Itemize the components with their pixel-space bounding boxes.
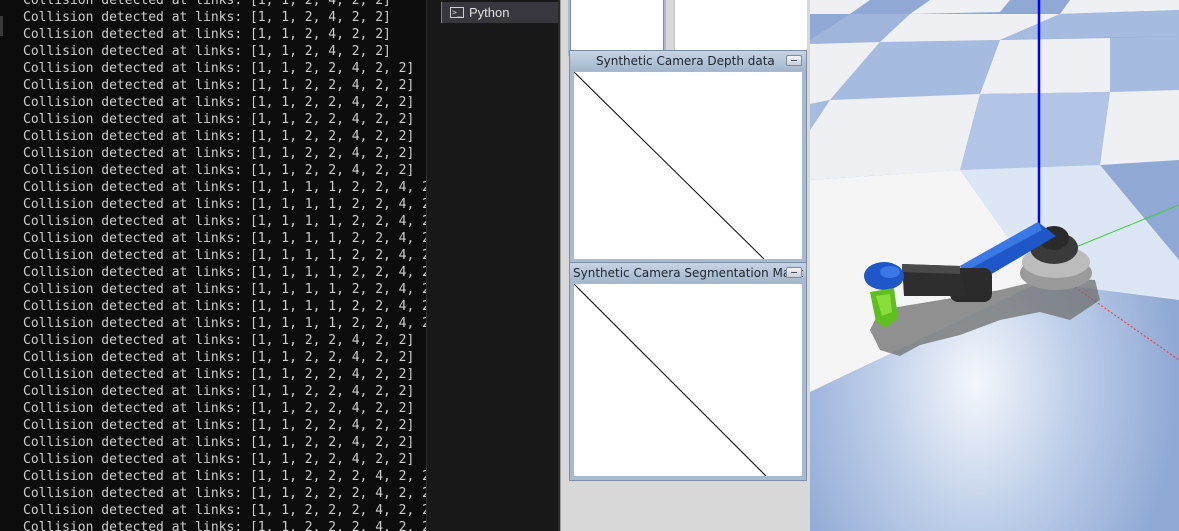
terminal-line: Collision detected at links: [1, 1, 2, 2…: [23, 350, 415, 365]
terminal-line: Collision detected at links: [1, 1, 1, 1…: [23, 214, 426, 229]
terminal-line: Collision detected at links: [1, 1, 1, 1…: [23, 316, 426, 331]
3d-simulation-viewport[interactable]: [810, 0, 1179, 531]
terminal-line: Collision detected at links: [1, 1, 2, 4…: [23, 10, 391, 25]
segmentation-window-titlebar[interactable]: Synthetic Camera Segmentation Mask: [570, 263, 806, 283]
terminal-line: Collision detected at links: [1, 1, 1, 1…: [23, 248, 426, 263]
terminal-line: Collision detected at links: [1, 1, 2, 4…: [23, 27, 391, 42]
depth-window-minimize-button[interactable]: [786, 55, 802, 66]
terminal-line: Collision detected at links: [1, 1, 1, 1…: [23, 282, 426, 297]
terminal-line: Collision detected at links: [1, 1, 2, 2…: [23, 486, 426, 501]
floor-tile: [1110, 36, 1179, 92]
floor-tile: [980, 38, 1110, 94]
debug-gui-panel: [674, 0, 807, 50]
terminal-lines: Collision detected at links: [1, 1, 2, 4…: [0, 0, 426, 531]
terminal-tab-python[interactable]: >_ Python: [441, 2, 561, 23]
terminal-line: Collision detected at links: [1, 1, 2, 2…: [23, 401, 415, 416]
terminal-line: Collision detected at links: [1, 1, 2, 2…: [23, 163, 415, 178]
terminal-line: Collision detected at links: [1, 1, 2, 2…: [23, 333, 415, 348]
terminal-output[interactable]: Collision detected at links: [1, 1, 2, 4…: [0, 0, 426, 531]
3d-scene: [810, 0, 1179, 531]
depth-image-diagonal: [574, 72, 765, 259]
segmentation-window-minimize-button[interactable]: [786, 267, 802, 278]
terminal-line: Collision detected at links: [1, 1, 2, 2…: [23, 78, 415, 93]
segmentation-window-title: Synthetic Camera Segmentation Mask: [573, 266, 804, 280]
terminal-tab-label: Python: [469, 5, 510, 20]
terminal-icon: >_: [450, 7, 464, 18]
depth-image-canvas: [574, 72, 802, 259]
terminal-line: Collision detected at links: [1, 1, 2, 4…: [23, 0, 391, 8]
terminal-line: Collision detected at links: [1, 1, 2, 2…: [23, 61, 415, 76]
terminal-line: Collision detected at links: [1, 1, 2, 2…: [23, 520, 426, 531]
terminal-line: Collision detected at links: [1, 1, 1, 1…: [23, 299, 426, 314]
terminal-line: Collision detected at links: [1, 1, 2, 4…: [23, 44, 391, 59]
depth-window-titlebar[interactable]: Synthetic Camera Depth data: [570, 51, 806, 71]
terminal-line: Collision detected at links: [1, 1, 2, 2…: [23, 146, 415, 161]
terminal-line: Collision detected at links: [1, 1, 1, 1…: [23, 197, 426, 212]
segmentation-camera-window[interactable]: Synthetic Camera Segmentation Mask: [569, 262, 807, 481]
terminal-line: Collision detected at links: [1, 1, 2, 2…: [23, 129, 415, 144]
terminal-side-panel: >_ Python: [426, 0, 561, 531]
terminal-line: Collision detected at links: [1, 1, 2, 2…: [23, 95, 415, 110]
depth-window-title: Synthetic Camera Depth data: [596, 54, 775, 68]
segmentation-image-diagonal: [574, 284, 767, 476]
terminal-line: Collision detected at links: [1, 1, 1, 1…: [23, 180, 426, 195]
segmentation-image-canvas: [574, 284, 802, 476]
rgb-camera-window[interactable]: [570, 0, 664, 54]
terminal-line: Collision detected at links: [1, 1, 2, 2…: [23, 503, 426, 518]
terminal-line: Collision detected at links: [1, 1, 2, 2…: [23, 367, 415, 382]
terminal-line: Collision detected at links: [1, 1, 2, 2…: [23, 435, 415, 450]
floor-tile: [1100, 90, 1179, 165]
robot-wrist-highlight: [880, 266, 900, 278]
terminal-line: Collision detected at links: [1, 1, 2, 2…: [23, 112, 415, 127]
terminal-line: Collision detected at links: [1, 1, 2, 2…: [23, 418, 415, 433]
terminal-line: Collision detected at links: [1, 1, 2, 2…: [23, 469, 426, 484]
terminal-line: Collision detected at links: [1, 1, 1, 1…: [23, 231, 426, 246]
terminal-line: Collision detected at links: [1, 1, 2, 2…: [23, 452, 415, 467]
floor-tile: [960, 92, 1110, 170]
terminal-line: Collision detected at links: [1, 1, 1, 1…: [23, 265, 426, 280]
depth-camera-window[interactable]: Synthetic Camera Depth data: [569, 50, 807, 264]
terminal-line: Collision detected at links: [1, 1, 2, 2…: [23, 384, 415, 399]
floor-tile: [810, 94, 980, 180]
